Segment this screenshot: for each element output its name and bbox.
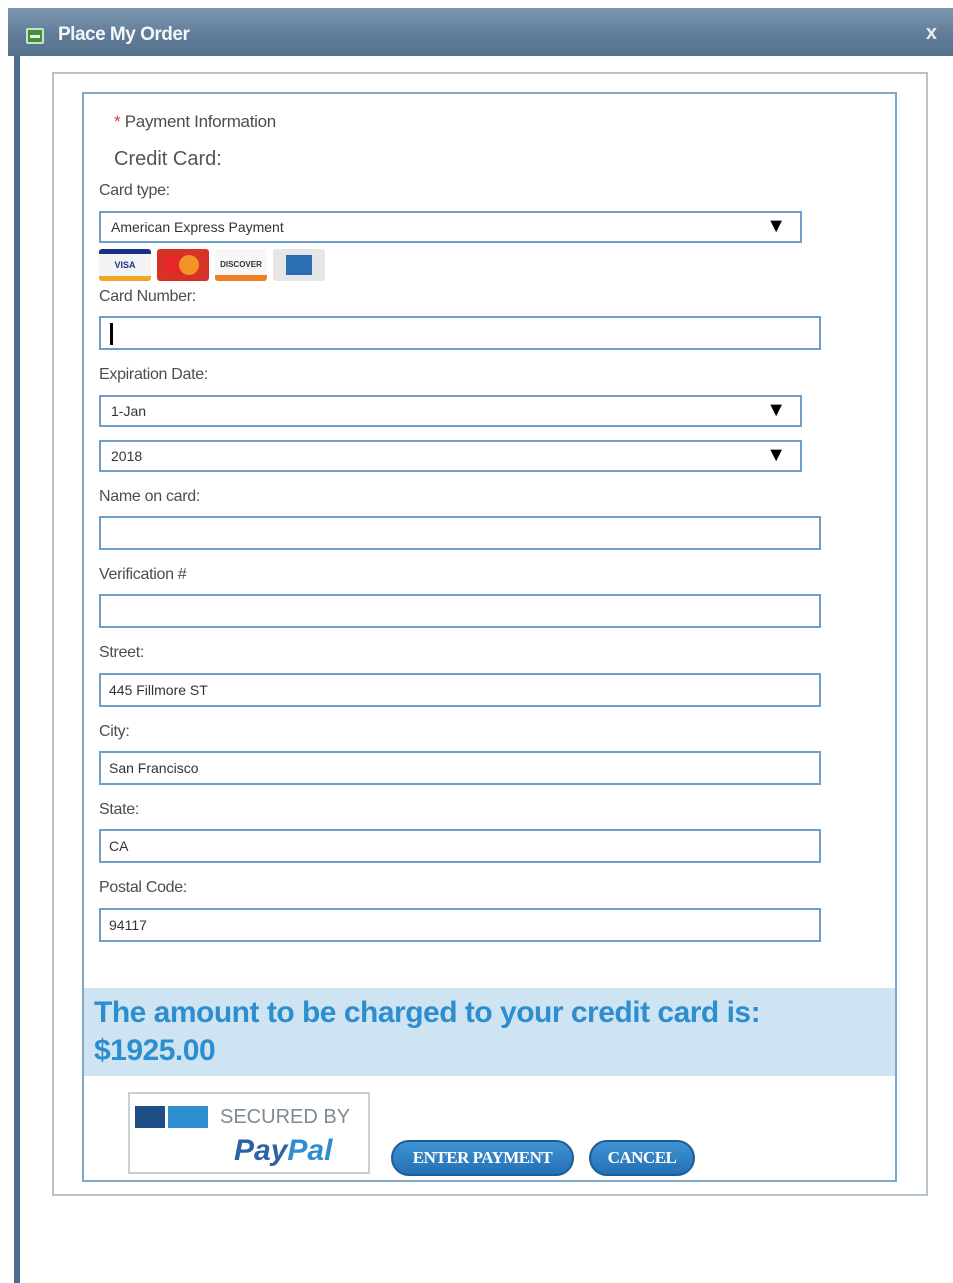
credit-card-section-title: Credit Card: — [114, 148, 222, 170]
verification-label: Verification # — [99, 566, 187, 583]
window-app-icon — [26, 28, 44, 44]
dropdown-arrow-icon[interactable]: ▼ — [766, 444, 786, 467]
expiration-month-value: 1-Jan — [111, 403, 147, 419]
card-number-input[interactable] — [99, 316, 821, 350]
postal-code-label: Postal Code: — [99, 879, 188, 896]
card-type-value: American Express Payment — [111, 219, 284, 235]
card-icon — [168, 1106, 208, 1128]
charge-amount: $1925.00 — [94, 1034, 216, 1067]
text-cursor — [110, 323, 113, 345]
expiration-year-select[interactable]: 2018 ▼ — [99, 440, 802, 472]
paypal-secured-badge: SECURED BY PayPal — [128, 1092, 370, 1174]
verification-input[interactable] — [99, 594, 821, 628]
postal-code-input[interactable]: 94117 — [99, 908, 821, 942]
city-input[interactable]: San Francisco — [99, 751, 821, 785]
card-number-label: Card Number: — [99, 288, 196, 305]
paypal-logo: PayPal — [234, 1134, 333, 1167]
mastercard-icon — [157, 249, 209, 281]
amex-icon — [273, 249, 325, 281]
name-on-card-input[interactable] — [99, 516, 821, 550]
expiration-month-select[interactable]: 1-Jan ▼ — [99, 395, 802, 427]
city-label: City: — [99, 723, 130, 740]
street-label: Street: — [99, 644, 145, 661]
dropdown-arrow-icon[interactable]: ▼ — [766, 399, 786, 422]
secured-by-text: SECURED BY — [220, 1106, 351, 1128]
expiration-date-label: Expiration Date: — [99, 366, 209, 383]
dialog-titlebar: Place My Order x — [8, 8, 953, 56]
charge-amount-banner: The amount to be charged to your credit … — [84, 988, 895, 1076]
expiration-year-value: 2018 — [111, 448, 143, 464]
close-icon[interactable]: x — [926, 22, 937, 45]
background-strip — [0, 0, 12, 1283]
state-label: State: — [99, 801, 140, 818]
card-type-label: Card type: — [99, 182, 170, 199]
payment-info-label: Payment Information — [124, 112, 276, 131]
card-type-select[interactable]: American Express Payment ▼ — [99, 211, 802, 243]
state-input[interactable]: CA — [99, 829, 821, 863]
enter-payment-button[interactable]: ENTER PAYMENT — [391, 1140, 574, 1176]
discover-icon: DISCOVER — [215, 249, 267, 281]
card-icon — [135, 1106, 165, 1128]
name-on-card-label: Name on card: — [99, 488, 201, 505]
required-marker: * — [114, 112, 121, 131]
charge-message: The amount to be charged to your credit … — [94, 996, 761, 1029]
cancel-button[interactable]: CANCEL — [589, 1140, 695, 1176]
visa-icon: VISA — [99, 249, 151, 281]
payment-info-header: * Payment Information — [114, 112, 276, 132]
street-input[interactable]: 445 Fillmore ST — [99, 673, 821, 707]
dropdown-arrow-icon[interactable]: ▼ — [766, 215, 786, 238]
dialog-title: Place My Order — [58, 24, 190, 45]
